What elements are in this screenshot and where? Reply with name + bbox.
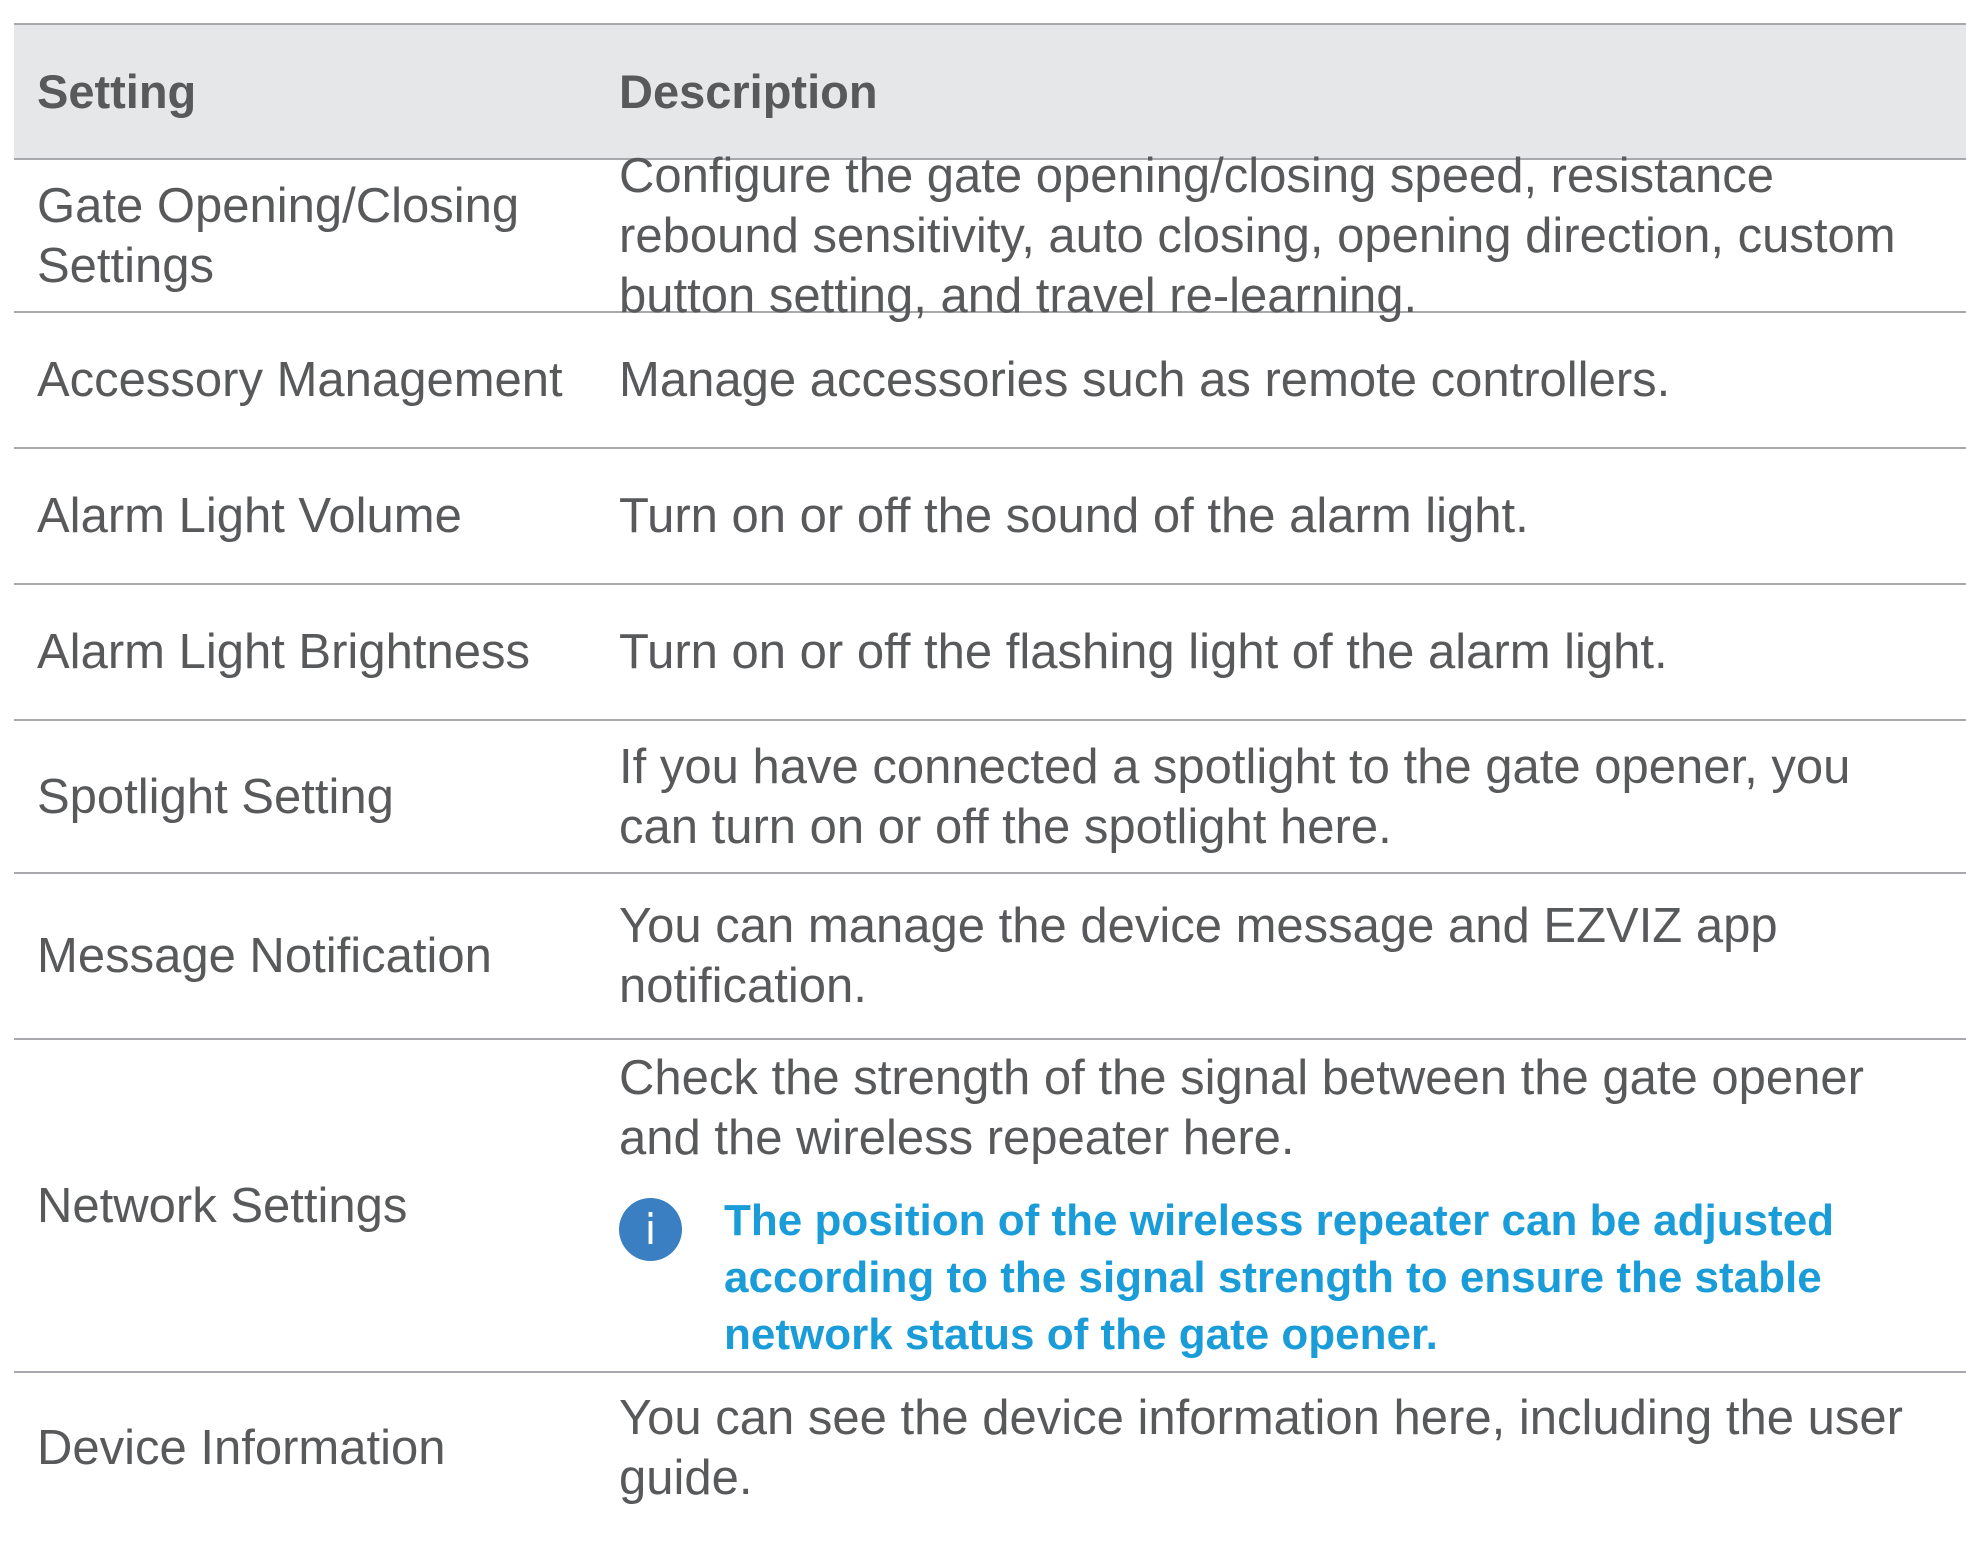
setting-description: Manage accessories such as remote contro… xyxy=(619,353,1671,407)
table-row: Gate Opening/Closing Settings Configure … xyxy=(14,149,1966,323)
info-note-text: The position of the wireless repeater ca… xyxy=(724,1196,1835,1359)
setting-description: Check the strength of the signal between… xyxy=(619,1051,1864,1165)
table-row: Network Settings Check the strength of t… xyxy=(14,1040,1966,1373)
setting-name: Network Settings xyxy=(37,1178,408,1233)
setting-description: You can manage the device message and EZ… xyxy=(619,899,1778,1013)
table-row: Spotlight Setting If you have connected … xyxy=(14,721,1966,874)
setting-name: Device Information xyxy=(37,1421,446,1475)
setting-name: Spotlight Setting xyxy=(37,769,394,824)
setting-name: Message Notification xyxy=(37,929,492,983)
setting-name: Alarm Light Brightness xyxy=(37,625,530,679)
table-row: Device Information You can see the devic… xyxy=(14,1373,1966,1523)
setting-description: Turn on or off the flashing light of the… xyxy=(619,625,1668,679)
setting-description: Turn on or off the sound of the alarm li… xyxy=(619,489,1529,543)
setting-description: You can see the device information here,… xyxy=(619,1391,1903,1505)
column-header-setting: Setting xyxy=(37,64,197,118)
setting-description: Configure the gate opening/closing speed… xyxy=(619,148,1896,323)
info-icon: i xyxy=(619,1198,682,1261)
table-header-row: Setting Description xyxy=(14,23,1966,160)
setting-name: Alarm Light Volume xyxy=(37,489,462,543)
info-note: i The position of the wireless repeater … xyxy=(619,1192,1962,1363)
column-header-description: Description xyxy=(619,64,878,118)
settings-table: Setting Description Gate Opening/Closing… xyxy=(14,23,1966,1523)
table-row: Message Notification You can manage the … xyxy=(14,874,1966,1040)
setting-description: If you have connected a spotlight to the… xyxy=(619,739,1851,854)
setting-name: Accessory Management xyxy=(37,353,563,407)
table-row: Accessory Management Manage accessories … xyxy=(14,313,1966,449)
setting-name: Gate Opening/Closing Settings xyxy=(37,178,520,293)
table-row: Alarm Light Brightness Turn on or off th… xyxy=(14,585,1966,721)
table-row: Alarm Light Volume Turn on or off the so… xyxy=(14,449,1966,585)
setting-description-block: Check the strength of the signal between… xyxy=(619,1048,1966,1363)
